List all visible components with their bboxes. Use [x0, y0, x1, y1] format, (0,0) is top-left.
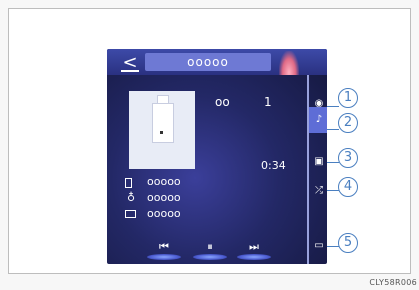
picture-icon[interactable]: ▣: [312, 155, 326, 169]
sidebar-divider: [307, 75, 309, 264]
leader-line-5: [327, 246, 339, 247]
album-art: [129, 91, 195, 169]
leader-line-4: [327, 190, 339, 191]
audio-screen: < ooooo oo 1 0:34 ooooo ♁ ooooo ooooo ⏮ …: [107, 49, 327, 264]
previous-track-button[interactable]: ⏮: [147, 238, 181, 260]
artist-name: ooooo: [147, 191, 181, 204]
leader-line-2: [327, 129, 339, 130]
display-icon[interactable]: ▭: [312, 239, 326, 253]
track-number: 1: [264, 95, 272, 109]
folder-icon: [125, 210, 136, 218]
callout-1: 1: [338, 88, 358, 108]
folder-name: ooooo: [147, 207, 181, 220]
shuffle-icon[interactable]: ⤮: [312, 184, 326, 198]
person-icon: ♁: [126, 191, 136, 204]
figure-code: CLY58R006: [369, 278, 417, 287]
pink-tab-indicator: [279, 51, 299, 75]
figure-frame: < ooooo oo 1 0:34 ooooo ♁ ooooo ooooo ⏮ …: [8, 8, 411, 274]
callout-5: 5: [338, 233, 358, 253]
file-name: ooooo: [147, 175, 181, 188]
file-icon: [125, 178, 132, 188]
usb-drive-icon: [152, 103, 174, 143]
callout-3: 3: [338, 148, 358, 168]
source-icon[interactable]: ◉: [312, 97, 326, 111]
music-note-icon[interactable]: ♪: [312, 113, 326, 127]
back-button[interactable]: <: [117, 53, 143, 73]
source-title[interactable]: ooooo: [145, 53, 271, 71]
usb-dot: [160, 131, 163, 134]
next-track-button[interactable]: ⏭: [237, 238, 271, 260]
callout-4: 4: [338, 177, 358, 197]
pause-button[interactable]: ⏸: [193, 238, 227, 260]
elapsed-time: 0:34: [261, 159, 286, 172]
leader-line-1: [327, 106, 339, 107]
callout-2: 2: [338, 113, 358, 133]
track-label: oo: [215, 95, 230, 109]
header-bar: < ooooo: [107, 49, 327, 75]
leader-line-3: [327, 162, 339, 163]
